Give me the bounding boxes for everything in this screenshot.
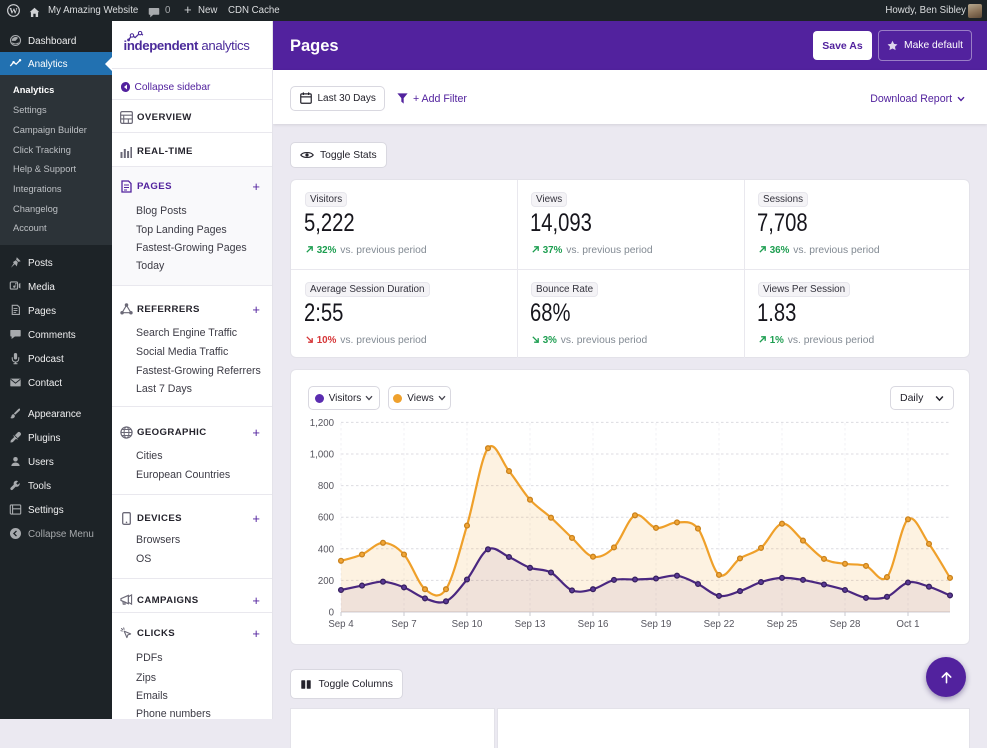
svg-text:Oct 1: Oct 1: [896, 619, 919, 630]
svg-text:W: W: [9, 5, 18, 15]
svg-text:Sep 28: Sep 28: [830, 619, 861, 630]
svg-text:400: 400: [318, 544, 335, 555]
svg-text:Sep 4: Sep 4: [328, 619, 354, 630]
svg-text:Sep 25: Sep 25: [767, 619, 798, 630]
svg-text:0: 0: [329, 608, 335, 619]
svg-text:800: 800: [318, 481, 335, 492]
svg-text:Sep 13: Sep 13: [515, 619, 546, 630]
svg-text:Sep 7: Sep 7: [391, 619, 416, 630]
svg-text:600: 600: [318, 513, 335, 524]
svg-text:Sep 19: Sep 19: [641, 619, 672, 630]
svg-text:1,200: 1,200: [310, 418, 335, 429]
svg-text:Sep 16: Sep 16: [578, 619, 609, 630]
svg-text:Sep 10: Sep 10: [452, 619, 483, 630]
svg-text:200: 200: [318, 576, 335, 587]
svg-text:1,000: 1,000: [310, 450, 335, 461]
svg-text:Sep 22: Sep 22: [704, 619, 735, 630]
